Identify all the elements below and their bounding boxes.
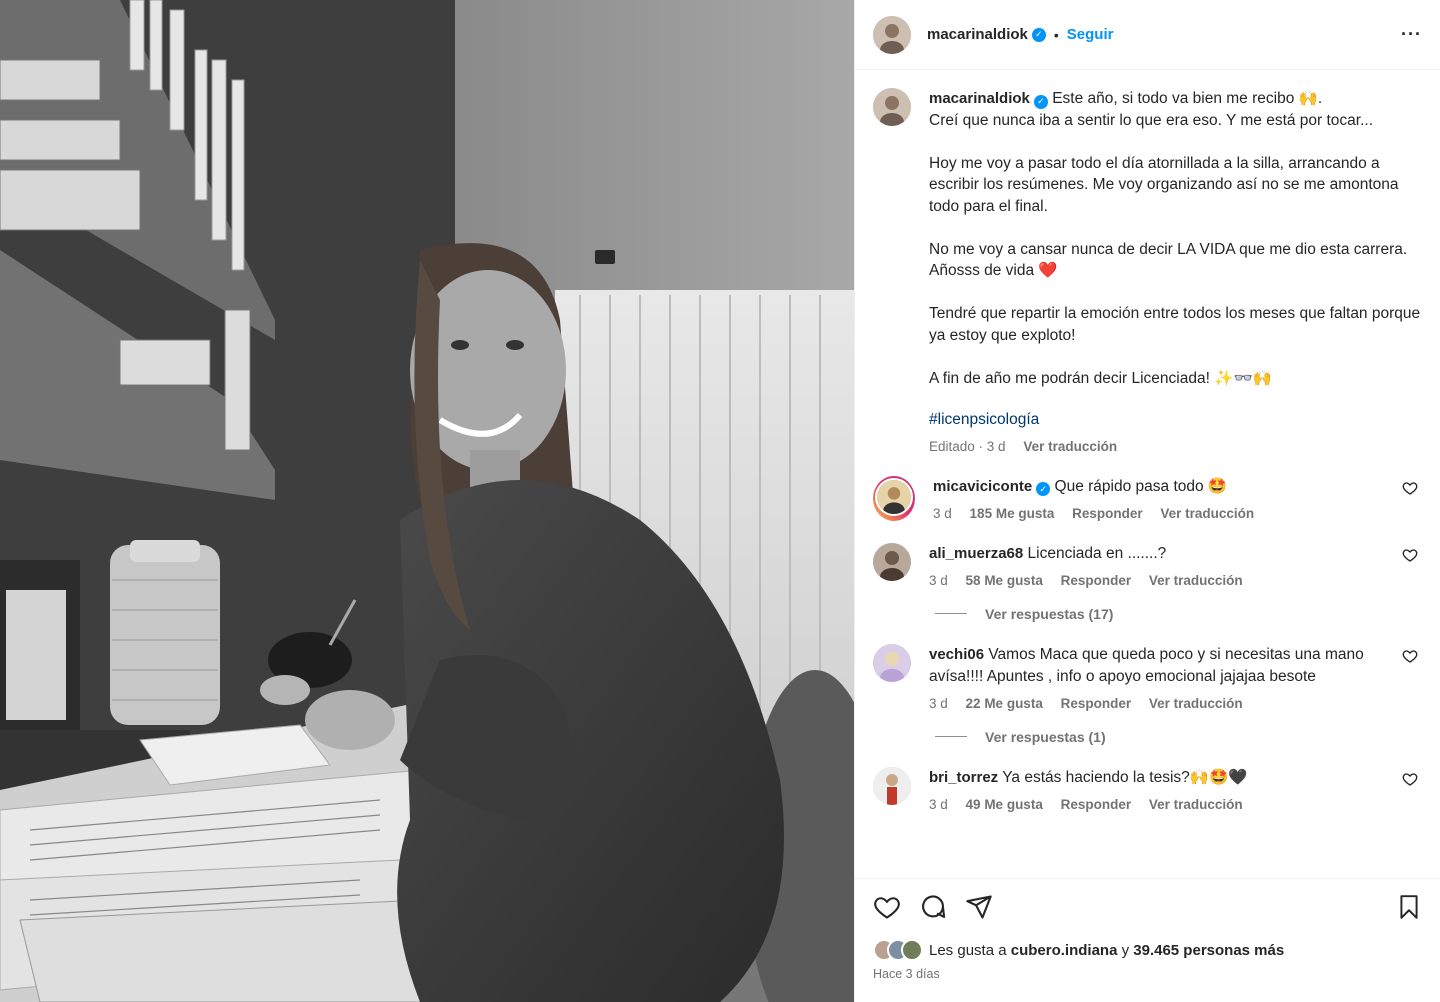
likes-prefix: Les gusta a [929,941,1007,959]
instagram-post-view: macarinaldiok ✓ • Seguir ··· macarinaldi… [0,0,1440,1002]
comment-avatar[interactable] [873,643,911,682]
comment-text: Licenciada en .......? [1027,544,1167,562]
likes-count[interactable]: 39.465 personas más [1133,942,1284,959]
caption-text: Este año, si todo va bien me recibo 🙌. C… [929,90,1421,387]
translate-link[interactable]: Ver traducción [1149,696,1243,711]
reply-button[interactable]: Responder [1061,573,1132,588]
view-replies-link[interactable]: Ver respuestas (17) [935,606,1422,622]
comments-scroll-area[interactable]: macarinaldiok ✓ Este año, si todo va bien… [855,70,1440,878]
comment-likes[interactable]: 49 Me gusta [966,797,1043,812]
post-footer: Les gusta a cubero.indiana y 39.465 pers… [855,878,1440,1002]
like-comment-heart-icon[interactable] [1402,480,1418,496]
likes-summary: Les gusta a cubero.indiana y 39.465 pers… [873,939,1422,961]
story-ring[interactable] [873,475,915,521]
like-heart-icon[interactable] [873,893,901,921]
reply-button[interactable]: Responder [1072,506,1143,521]
translate-link[interactable]: Ver traducción [1160,506,1254,521]
comment-text: Vamos Maca que queda poco y si necesitas… [929,645,1364,685]
like-comment-heart-icon[interactable] [1402,648,1418,664]
post-header: macarinaldiok ✓ • Seguir ··· [855,0,1440,70]
more-options-icon[interactable]: ··· [1401,24,1422,45]
post-time-ago: Hace 3 días [873,967,940,981]
author-username[interactable]: macarinaldiok [927,26,1028,43]
comment-username[interactable]: ali_muerza68 [929,545,1023,562]
replies-divider [935,736,967,737]
post-actions [873,893,1422,921]
liker-avatar [901,939,923,961]
comment-avatar[interactable] [873,542,911,581]
follow-button[interactable]: Seguir [1067,26,1114,43]
translate-link[interactable]: Ver traducción [1149,797,1243,812]
caption-hashtag[interactable]: #licenpsicología [929,411,1422,429]
verified-badge-icon: ✓ [1033,94,1048,109]
comment-time: 3 d [933,505,952,521]
translate-link[interactable]: Ver traducción [1149,573,1243,588]
comment-username[interactable]: vechi06 [929,646,984,663]
comment-username[interactable]: bri_torrez [929,769,998,786]
verified-badge-icon: ✓ [1036,481,1051,496]
comment-likes[interactable]: 22 Me gusta [966,696,1043,711]
verified-badge-icon: ✓ [1031,27,1046,42]
comment-text: Ya estás haciendo la tesis?🙌🤩🖤 [1002,768,1248,786]
edited-label: Editado · 3 d [929,438,1006,454]
view-replies-label[interactable]: Ver respuestas (1) [985,729,1106,745]
comment-item: bri_torrez Ya estás haciendo la tesis?🙌🤩… [873,766,1422,812]
author-avatar[interactable] [873,15,911,54]
save-bookmark-icon[interactable] [1396,893,1422,921]
comment-time: 3 d [929,572,948,588]
comment-item: ali_muerza68 Licenciada en .......? 3 d … [873,542,1422,588]
post-side-panel: macarinaldiok ✓ • Seguir ··· macarinaldi… [854,0,1440,1002]
comment-time: 3 d [929,796,948,812]
caption-translate-link[interactable]: Ver traducción [1023,439,1117,454]
comment-time: 3 d [929,695,948,711]
comment-avatar[interactable] [873,766,911,805]
likes-conjunction: y [1121,941,1130,959]
comment-avatar [875,477,913,516]
view-replies-label[interactable]: Ver respuestas (17) [985,606,1113,622]
post-photo[interactable] [0,0,854,1002]
comment-item: vechi06 Vamos Maca que queda poco y si n… [873,643,1422,711]
comment-text: Que rápido pasa todo 🤩 [1054,477,1228,495]
caption-meta: Editado · 3 d Ver traducción [929,439,1422,454]
comment-likes[interactable]: 185 Me gusta [970,506,1055,521]
caption-body: macarinaldiok ✓ Este año, si todo va bien… [929,88,1422,411]
like-comment-heart-icon[interactable] [1402,547,1418,563]
comment-item: micaviciconte ✓ Que rápido pasa todo 🤩 3 … [873,475,1422,521]
replies-divider [935,613,967,614]
likes-user[interactable]: cubero.indiana [1011,942,1118,959]
post-photo-illustration [0,0,854,1002]
reply-button[interactable]: Responder [1061,797,1132,812]
post-caption: macarinaldiok ✓ Este año, si todo va bien… [873,88,1422,454]
liker-avatars[interactable] [873,939,923,961]
view-replies-link[interactable]: Ver respuestas (1) [935,729,1422,745]
caption-avatar[interactable] [873,88,911,126]
caption-username[interactable]: macarinaldiok [929,90,1030,107]
separator-dot: • [1053,26,1059,43]
reply-button[interactable]: Responder [1061,696,1132,711]
comment-username[interactable]: micaviciconte [933,478,1032,495]
share-send-icon[interactable] [965,893,993,921]
like-comment-heart-icon[interactable] [1402,771,1418,787]
comment-likes[interactable]: 58 Me gusta [966,573,1043,588]
comment-bubble-icon[interactable] [919,893,947,921]
